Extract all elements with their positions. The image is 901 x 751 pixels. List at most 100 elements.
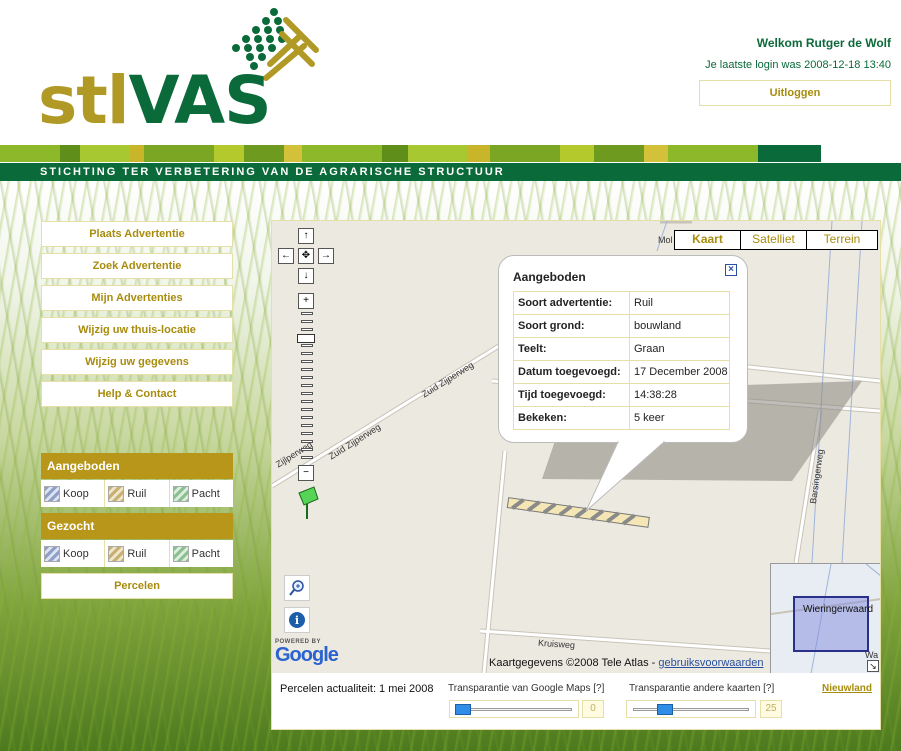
slider-knob[interactable]: [657, 704, 673, 715]
info-window-title: Aangeboden: [513, 270, 586, 284]
pan-up-icon[interactable]: ↑: [298, 228, 314, 244]
stivas-logo[interactable]: stlVAS: [38, 6, 319, 134]
info-value: Ruil: [629, 291, 730, 315]
transparency-google-label[interactable]: Transparantie van Google Maps [?]: [448, 683, 604, 694]
map-footer: Percelen actualiteit: 1 mei 2008 Transpa…: [272, 673, 880, 729]
legend-offered-header: Aangeboden: [41, 453, 233, 479]
sidebar-item-mijn-advertenties[interactable]: Mijn Advertenties: [41, 285, 233, 311]
info-key: Datum toegevoegd:: [513, 360, 630, 384]
legend-wanted-koop[interactable]: Koop: [41, 540, 106, 567]
info-value: 5 keer: [629, 406, 730, 430]
koop-swatch-icon: [44, 545, 60, 562]
table-row: Soort grond: bouwland: [513, 314, 730, 338]
info-key: Soort grond:: [513, 314, 630, 338]
powered-by-google[interactable]: POWERED BY Google: [275, 639, 339, 666]
legend-wanted-pacht[interactable]: Pacht: [170, 540, 233, 567]
sidebar-item-help-contact[interactable]: Help & Contact: [41, 381, 233, 407]
decorative-stripe: [0, 145, 901, 162]
legend-offered-row: Koop Ruil Pacht: [41, 480, 233, 507]
info-table: Soort advertentie: Ruil Soort grond: bouwl…: [513, 291, 730, 430]
google-logo-text: Google: [275, 644, 339, 666]
overview-map[interactable]: Wieringerwaard Wa ↘: [770, 563, 880, 673]
zoom-handle[interactable]: [297, 334, 315, 343]
table-row: Tijd toegevoegd: 14:38:28: [513, 383, 730, 407]
ruil-swatch-icon: [108, 485, 125, 502]
map-type-terrein[interactable]: Terrein: [807, 231, 877, 249]
last-login-text: Je laatste login was 2008-12-18 13:40: [705, 59, 891, 71]
sidebar-item-zoek-advertentie[interactable]: Zoek Advertentie: [41, 253, 233, 279]
logo-part-stl: stl: [38, 62, 129, 139]
map-type-satelliet[interactable]: Satelliet: [741, 231, 807, 249]
info-key: Bekeken:: [513, 406, 630, 430]
legend-wanted-header: Gezocht: [41, 513, 233, 539]
overview-place-label: Wieringerwaard: [803, 604, 874, 615]
sidebar-item-wijzig-gegevens[interactable]: Wijzig uw gegevens: [41, 349, 233, 375]
legend-label: Koop: [63, 547, 89, 560]
map-pin-icon: [298, 486, 319, 519]
logo-part-vas: VAS: [128, 62, 271, 139]
pan-center-icon[interactable]: ✥: [298, 248, 314, 264]
info-icon[interactable]: i: [284, 607, 310, 633]
zoom-in-icon[interactable]: +: [298, 293, 314, 309]
legend-label: Ruil: [127, 487, 147, 500]
map-type-selector: Kaart Satelliet Terrein: [674, 230, 878, 250]
sidebar-item-percelen[interactable]: Percelen: [41, 573, 233, 599]
google-logo: Google: [275, 644, 339, 666]
attribution-text: Kaartgegevens ©2008 Tele Atlas -: [489, 657, 659, 669]
transparency-google-value: 0: [582, 700, 604, 718]
slogan-banner: STICHTING TER VERBETERING VAN DE AGRARIS…: [0, 162, 901, 181]
legend-offered-ruil[interactable]: Ruil: [105, 480, 170, 507]
transparency-google-slider[interactable]: [449, 700, 579, 718]
terms-link[interactable]: gebruiksvoorwaarden: [658, 657, 763, 669]
nieuwland-link[interactable]: Nieuwland: [822, 683, 872, 694]
welcome-block: Welkom Rutger de Wolf Je laatste login w…: [705, 36, 891, 71]
legend-wanted-ruil[interactable]: Ruil: [105, 540, 170, 567]
info-window: Aangeboden × Soort advertentie: Ruil Soor…: [498, 255, 748, 443]
slider-rail: [456, 708, 572, 711]
legend-wanted-row: Koop Ruil Pacht: [41, 540, 233, 567]
parcel-actuality: Percelen actualiteit: 1 mei 2008: [280, 683, 434, 695]
transparency-other-label[interactable]: Transparantie andere kaarten [?]: [629, 683, 774, 694]
map-panel: Zijlperweg Zuid Zijperweg Zuid Zijperweg…: [271, 220, 881, 730]
logo-wordmark: stlVAS: [38, 68, 272, 134]
ruil-swatch-icon: [108, 545, 125, 562]
pan-down-icon[interactable]: ↓: [298, 268, 314, 284]
table-row: Teelt: Graan: [513, 337, 730, 361]
pan-right-icon[interactable]: →: [318, 248, 334, 264]
info-value: 17 December 2008: [629, 360, 730, 384]
zoom-search-icon[interactable]: [284, 575, 310, 601]
slider-knob[interactable]: [455, 704, 471, 715]
info-key: Soort advertentie:: [513, 291, 630, 315]
table-row: Soort advertentie: Ruil: [513, 291, 730, 315]
header: stlVAS Welkom Rutger de Wolf Je laatste …: [0, 0, 901, 145]
info-value: bouwland: [629, 314, 730, 338]
info-value: Graan: [629, 337, 730, 361]
logout-button[interactable]: Uitloggen: [699, 80, 891, 106]
pacht-swatch-icon: [172, 485, 189, 502]
close-icon[interactable]: ×: [725, 264, 737, 276]
map-type-kaart[interactable]: Kaart: [675, 231, 741, 249]
svg-text:i: i: [295, 614, 299, 627]
legend-label: Pacht: [191, 547, 220, 560]
transparency-other-value: 25: [760, 700, 782, 718]
legend-label: Ruil: [127, 547, 147, 560]
overview-toggle-icon[interactable]: ↘: [867, 660, 879, 672]
info-value: 14:38:28: [629, 383, 730, 407]
legend-offered-pacht[interactable]: Pacht: [170, 480, 233, 507]
sidebar-item-plaats-advertentie[interactable]: Plaats Advertentie: [41, 221, 233, 247]
slider-rail: [633, 708, 749, 711]
koop-swatch-icon: [44, 485, 60, 502]
legend-label: Koop: [63, 487, 89, 500]
sidebar-item-wijzig-thuis-locatie[interactable]: Wijzig uw thuis-locatie: [41, 317, 233, 343]
welcome-text: Welkom Rutger de Wolf: [756, 36, 891, 50]
pan-left-icon[interactable]: ←: [278, 248, 294, 264]
table-row: Datum toegevoegd: 17 December 2008: [513, 360, 730, 384]
zoom-out-icon[interactable]: −: [298, 465, 314, 481]
info-key: Tijd toegevoegd:: [513, 383, 630, 407]
pacht-swatch-icon: [172, 545, 189, 562]
legend-offered-koop[interactable]: Koop: [41, 480, 106, 507]
overview-street-label: Wa: [865, 650, 879, 660]
slogan-text: STICHTING TER VERBETERING VAN DE AGRARIS…: [40, 166, 505, 178]
google-map[interactable]: Zijlperweg Zuid Zijperweg Zuid Zijperweg…: [272, 221, 880, 673]
transparency-other-slider[interactable]: [626, 700, 756, 718]
